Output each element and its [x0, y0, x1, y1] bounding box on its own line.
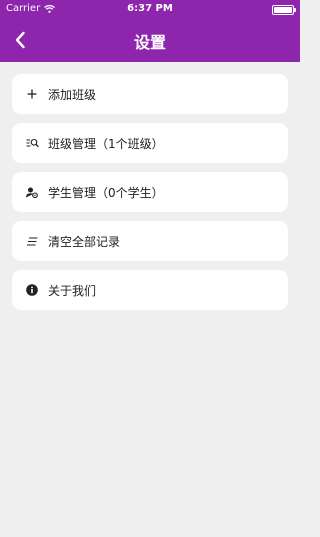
menu-label: 班级管理（1个班级） [48, 136, 164, 151]
menu-label: 关于我们 [48, 283, 97, 298]
settings-list: 添加班级 班级管理（1个班级） 学生管理（0个学生） 清空全部记录 关于我们 [12, 74, 288, 319]
student-management-item[interactable]: 学生管理（0个学生） [12, 172, 288, 212]
class-management-item[interactable]: 班级管理（1个班级） [12, 123, 288, 163]
list-search-icon [25, 136, 39, 150]
menu-label: 学生管理（0个学生） [48, 185, 164, 200]
add-class-item[interactable]: 添加班级 [12, 74, 288, 114]
status-bar: Carrier 6:37 PM [0, 0, 300, 18]
about-us-item[interactable]: 关于我们 [12, 270, 288, 310]
nav-bar: 设置 [0, 18, 300, 62]
clear-records-item[interactable]: 清空全部记录 [12, 221, 288, 261]
page-title: 设置 [133, 33, 166, 52]
clear-lines-icon [25, 234, 39, 248]
menu-label: 添加班级 [48, 87, 97, 102]
info-icon [25, 283, 39, 297]
plus-icon [25, 87, 39, 101]
status-time: 6:37 PM [127, 3, 173, 14]
app-header: Carrier 6:37 PM 设置 [0, 0, 300, 62]
battery-icon [272, 5, 296, 15]
menu-label: 清空全部记录 [48, 234, 121, 249]
user-settings-icon [25, 185, 39, 199]
